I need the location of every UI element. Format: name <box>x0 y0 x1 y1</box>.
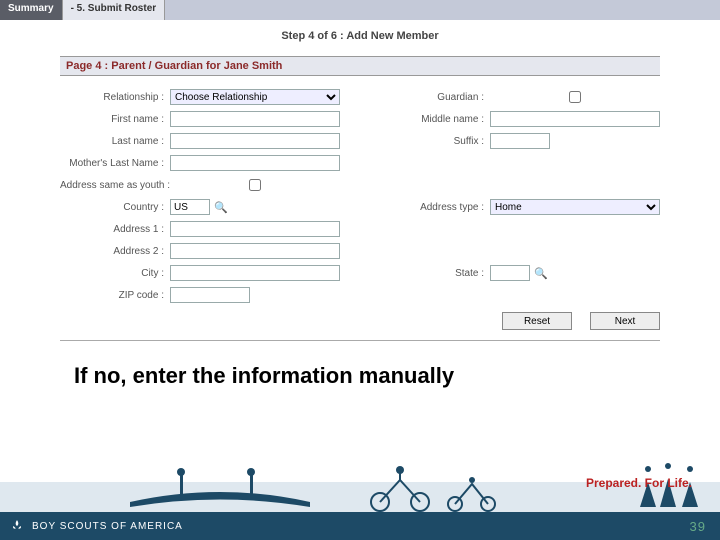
form-grid: Relationship : Choose Relationship Guard… <box>60 86 660 306</box>
page-heading: Page 4 : Parent / Guardian for Jane Smit… <box>60 56 660 76</box>
brand-text: BOY SCOUTS OF AMERICA <box>32 521 183 532</box>
search-icon[interactable]: 🔍 <box>534 267 548 280</box>
silhouette-canoe-icon <box>120 462 320 512</box>
country-input[interactable] <box>170 199 210 215</box>
search-icon[interactable]: 🔍 <box>214 201 228 214</box>
state-input[interactable] <box>490 265 530 281</box>
label-mother-last: Mother's Last Name : <box>60 158 170 169</box>
label-city: City : <box>60 268 170 279</box>
tab-submit-roster[interactable]: - 5. Submit Roster <box>63 0 166 20</box>
wizard-tabs: Summary - 5. Submit Roster <box>0 0 720 20</box>
slide-caption: If no, enter the information manually <box>0 345 720 389</box>
step-title: Step 4 of 6 : Add New Member <box>0 20 720 48</box>
tagline: Prepared. For Life. <box>586 476 692 490</box>
same-address-checkbox[interactable] <box>249 179 261 191</box>
suffix-input[interactable] <box>490 133 550 149</box>
label-relationship: Relationship : <box>60 92 170 103</box>
footer: Prepared. For Life. BOY SCOUTS OF AMERIC… <box>0 452 720 540</box>
guardian-checkbox[interactable] <box>569 91 581 103</box>
label-first-name: First name : <box>60 114 170 125</box>
silhouette-bike-icon <box>360 462 450 512</box>
brand-bar: BOY SCOUTS OF AMERICA 39 <box>0 512 720 540</box>
label-same-address: Address same as youth : <box>60 180 170 191</box>
fleur-de-lis-icon <box>10 519 24 533</box>
label-address-type: Address type : <box>380 202 490 213</box>
last-name-input[interactable] <box>170 133 340 149</box>
label-suffix: Suffix : <box>380 136 490 147</box>
silhouette-bike2-icon <box>440 462 510 512</box>
divider <box>60 340 660 341</box>
skyline-graphic: Prepared. For Life. <box>0 452 720 512</box>
label-middle-name: Middle name : <box>380 114 490 125</box>
zip-input[interactable] <box>170 287 250 303</box>
relationship-select[interactable]: Choose Relationship <box>170 89 340 105</box>
page-number: 39 <box>690 519 706 534</box>
city-input[interactable] <box>170 265 340 281</box>
mother-last-input[interactable] <box>170 155 340 171</box>
label-zip: ZIP code : <box>60 290 170 301</box>
reset-button[interactable]: Reset <box>502 312 572 330</box>
tab-summary[interactable]: Summary <box>0 0 63 20</box>
label-guardian: Guardian : <box>380 92 490 103</box>
label-country: Country : <box>60 202 170 213</box>
next-button[interactable]: Next <box>590 312 660 330</box>
label-state: State : <box>380 268 490 279</box>
label-last-name: Last name : <box>60 136 170 147</box>
address2-input[interactable] <box>170 243 340 259</box>
label-address2: Address 2 : <box>60 246 170 257</box>
first-name-input[interactable] <box>170 111 340 127</box>
address-type-select[interactable]: Home <box>490 199 660 215</box>
middle-name-input[interactable] <box>490 111 660 127</box>
label-address1: Address 1 : <box>60 224 170 235</box>
address1-input[interactable] <box>170 221 340 237</box>
